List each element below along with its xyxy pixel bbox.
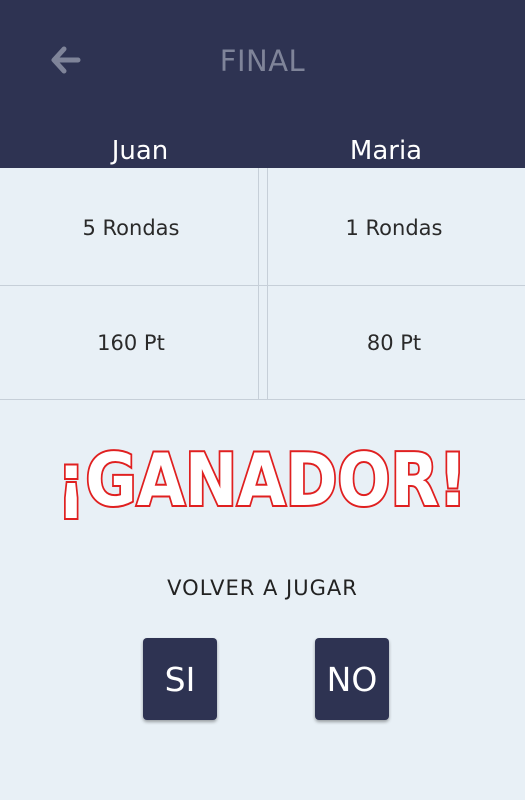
header-bar: FINAL Juan Maria [0, 0, 525, 168]
player-name-1: Juan [111, 136, 169, 166]
yes-button[interactable]: SI [143, 638, 217, 720]
score-table: 5 Rondas 1 Rondas 160 Pt 80 Pt [0, 168, 525, 400]
winner-banner: ¡GANADOR! [0, 415, 525, 529]
player-2-rounds: 1 Rondas [345, 215, 443, 240]
player-1-rounds: 5 Rondas [82, 215, 180, 240]
no-button[interactable]: NO [315, 638, 389, 720]
player-2-points: 80 Pt [366, 330, 422, 355]
player-1-points: 160 Pt [97, 330, 165, 355]
replay-label: VOLVER A JUGAR [167, 576, 358, 600]
page-title: FINAL [219, 44, 306, 78]
winner-text: ¡GANADOR! [57, 438, 467, 522]
player-name-2: Maria [349, 136, 423, 166]
winner-text-graphic: ¡GANADOR! [55, 436, 469, 524]
